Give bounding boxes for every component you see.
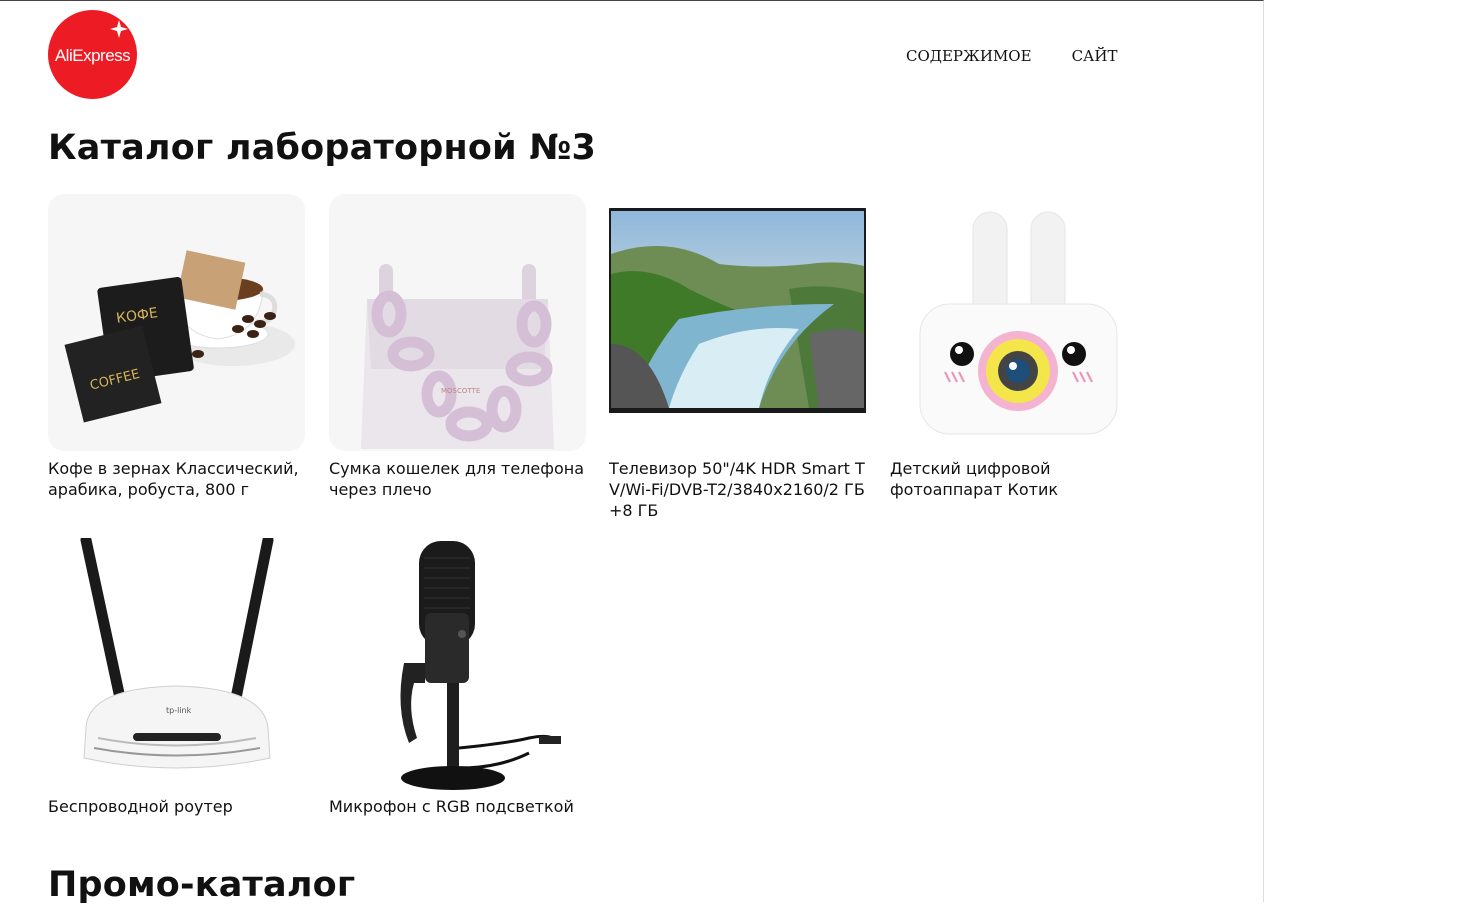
- svg-text:tp-link: tp-link: [166, 706, 192, 715]
- catalog-title: Каталог лабораторной №3: [48, 128, 597, 168]
- promo-title: Промо-каталог: [48, 865, 356, 905]
- product-name[interactable]: Кофе в зернах Классический, арабика, роб…: [48, 458, 305, 500]
- page: AliExpress СОДЕРЖИМОЕ САЙТ Каталог лабор…: [0, 0, 1264, 905]
- nav-link-contents[interactable]: СОДЕРЖИМОЕ: [906, 47, 1032, 65]
- top-nav: СОДЕРЖИМОЕ САЙТ: [906, 47, 1118, 65]
- product-image-tv[interactable]: [609, 194, 866, 451]
- product-image-handbag[interactable]: MOSCOTTE: [329, 194, 586, 451]
- product-card[interactable]: Детский цифровой фотоаппарат Котик: [890, 194, 1147, 500]
- product-name[interactable]: Сумка кошелек для телефона через плечо: [329, 458, 586, 500]
- product-name[interactable]: Беспроводной роутер: [48, 796, 305, 817]
- logo-text: AliExpress: [54, 45, 131, 65]
- product-card[interactable]: MOSCOTTE Сумка кошелек для телефона чере…: [329, 194, 586, 500]
- product-card[interactable]: Микрофон с RGB подсветкой: [329, 538, 586, 817]
- product-name[interactable]: Микрофон с RGB подсветкой: [329, 796, 586, 817]
- product-name[interactable]: Телевизор 50"/4K HDR Smart TV/Wi-Fi/DVB-…: [609, 458, 866, 521]
- product-card[interactable]: tp-link Беспроводной роутер: [48, 538, 305, 817]
- product-name[interactable]: Детский цифровой фотоаппарат Котик: [890, 458, 1147, 500]
- product-image-coffee[interactable]: КОФЕ COFFEE: [48, 194, 305, 451]
- svg-text:MOSCOTTE: MOSCOTTE: [441, 387, 480, 395]
- nav-link-site[interactable]: САЙТ: [1072, 47, 1118, 65]
- aliexpress-logo[interactable]: AliExpress: [48, 10, 137, 99]
- product-image-kids-camera[interactable]: [890, 194, 1147, 451]
- product-card[interactable]: Телевизор 50"/4K HDR Smart TV/Wi-Fi/DVB-…: [609, 194, 866, 521]
- product-card[interactable]: КОФЕ COFFEE Кофе в зернах Классический, …: [48, 194, 305, 500]
- product-image-router[interactable]: tp-link: [48, 538, 305, 795]
- product-image-microphone[interactable]: [329, 538, 586, 795]
- sparkle-icon: [110, 20, 128, 38]
